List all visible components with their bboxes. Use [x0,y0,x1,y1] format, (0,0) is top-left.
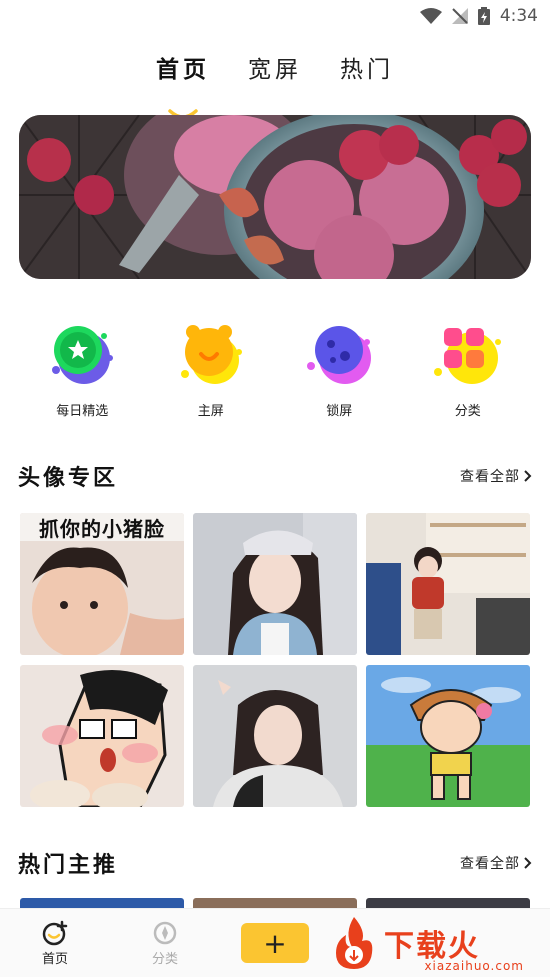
quick-daily-pick[interactable]: 每日精选 [32,318,132,419]
home-smile-icon [42,920,68,945]
avatar-thumb[interactable] [20,665,184,807]
quick-lock-screen[interactable]: 锁屏 [289,318,389,419]
tab-home[interactable]: 首页 [156,50,210,119]
tab-widescreen[interactable]: 宽屏 [248,50,302,100]
avatar-section-header: 头像专区 查看全部 [18,460,532,492]
avatar-thumb[interactable]: 抓你的小猪脸 [20,513,184,655]
avatar-grid: 抓你的小猪脸 [20,513,530,807]
add-button[interactable]: + [241,923,309,963]
quick-home-screen-label: 主屏 [197,404,224,419]
avatar-image [193,513,357,655]
avatar-thumb[interactable] [366,513,530,655]
lock-screen-icon [307,326,372,384]
tab-popular-label: 热门 [340,57,394,83]
no-signal-icon [451,8,468,24]
hot-view-all-link[interactable]: 查看全部 [460,853,532,873]
quick-category-label: 分类 [454,404,481,419]
avatar-caption: 抓你的小猪脸 [39,517,165,541]
avatar-section-title: 头像专区 [18,465,119,491]
quick-category[interactable]: 分类 [418,318,518,419]
avatar-thumb[interactable] [193,665,357,807]
nav-home-label: 首页 [41,951,68,967]
hot-thumb[interactable] [20,898,184,908]
flame-logo-icon [336,916,373,969]
quick-home-screen[interactable]: 主屏 [161,318,261,419]
daily-pick-icon [52,326,114,384]
hot-thumb[interactable] [366,898,530,908]
featured-banner[interactable] [19,115,531,279]
home-screen-icon [180,325,242,384]
chevron-right-icon [524,470,532,482]
hot-view-all-label: 查看全部 [460,856,520,872]
hot-section-header: 热门主推 查看全部 [18,847,532,879]
tab-widescreen-label: 宽屏 [248,57,302,83]
watermark-url: xiazaihuo.com [424,959,524,973]
tab-popular[interactable]: 热门 [340,50,394,100]
chevron-right-icon [524,857,532,869]
avatar-thumb[interactable] [193,513,357,655]
nav-category[interactable]: 分类 [110,920,220,967]
avatar-image [366,513,530,655]
avatar-image [366,665,530,807]
quick-access-row: 每日精选 主屏 锁屏 分类 [0,318,550,419]
battery-icon [477,7,490,25]
wifi-icon [419,8,442,24]
avatar-image [193,665,357,807]
nav-home[interactable]: 首页 [0,920,110,967]
category-compass-icon [153,921,177,944]
banner-image [19,115,531,279]
watermark-text: 下载火 [384,928,480,964]
hot-section-title: 热门主推 [18,852,119,878]
avatar-image [20,665,184,807]
quick-daily-pick-label: 每日精选 [56,404,109,419]
avatar-thumb[interactable] [366,665,530,807]
top-tabs: 首页 宽屏 热门 [0,50,550,119]
avatar-view-all-link[interactable]: 查看全部 [460,466,532,486]
nav-category-label: 分类 [151,951,178,967]
hot-thumbs-strip [20,898,530,908]
category-icon [433,328,501,384]
status-time: 4:34 [499,6,538,26]
hot-thumb[interactable] [193,898,357,908]
tab-home-label: 首页 [156,56,210,83]
status-bar: 4:34 [0,0,550,32]
avatar-view-all-label: 查看全部 [460,469,520,485]
watermark-logo: 下载火 xiazaihuo.com [324,908,550,977]
quick-lock-screen-label: 锁屏 [326,404,353,419]
